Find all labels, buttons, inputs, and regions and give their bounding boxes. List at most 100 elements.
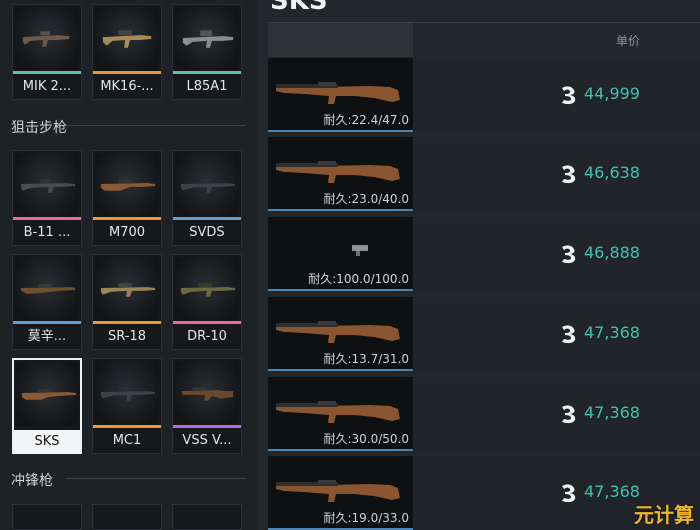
listing-row[interactable]: 耐久:100.0/100.0 46,888 (268, 217, 700, 291)
weapon-tile-mc1[interactable]: MC1 (92, 358, 162, 454)
listing-panel: SKS 单价 耐久:22.4/47.0 44,999 耐久:23.0/40.0 … (258, 0, 700, 530)
listing-row[interactable]: 耐久:13.7/31.0 47,368 (268, 297, 700, 371)
item-thumbnail: 耐久:30.0/50.0 (268, 377, 413, 451)
weapon-image (95, 361, 159, 425)
section-divider (66, 478, 246, 479)
rarity-bar (173, 425, 241, 428)
unit-price: 46,888 (584, 243, 640, 262)
weapon-image (175, 153, 239, 217)
item-title: SKS (270, 0, 328, 16)
item-thumbnail: 耐久:100.0/100.0 (268, 217, 413, 291)
havoc-coin-icon (562, 405, 576, 424)
weapon-tile-mosin[interactable]: 莫辛... (12, 254, 82, 350)
durability-bar (268, 130, 413, 132)
durability-text: 耐久:13.7/31.0 (323, 352, 409, 366)
item-thumbnail: 耐久:13.7/31.0 (268, 297, 413, 371)
rarity-bar (13, 321, 81, 324)
weapon-name: VSS V... (182, 433, 232, 448)
havoc-coin-icon (562, 86, 576, 105)
weapon-image (16, 362, 78, 426)
unit-price-header: 单价 (615, 34, 640, 48)
havoc-coin-icon (562, 484, 576, 503)
watermark-logo: 元计算 (634, 503, 694, 527)
weapon-tile-l85a1[interactable]: L85A1 (172, 4, 242, 100)
sks-rifle-image (276, 480, 400, 502)
sks-rifle-image (276, 82, 400, 104)
unit-price: 44,999 (584, 84, 640, 103)
rarity-bar (93, 71, 161, 74)
weapon-image (175, 7, 239, 71)
weapon-tile-svds[interactable]: SVDS (172, 150, 242, 246)
rarity-bar (173, 217, 241, 220)
durability-bar (268, 369, 413, 371)
weapon-name: SR-18 (108, 329, 146, 344)
weapon-name: SVDS (189, 225, 225, 240)
section-label-sniper: 狙击步枪 (11, 120, 67, 136)
weapon-category-panel: MIK 2... MK16-... L85A1 狙击步枪 B-11 ... M7… (0, 0, 258, 530)
weapon-name: SKS (14, 430, 80, 454)
weapon-image (95, 257, 159, 321)
header-image-column (268, 23, 413, 57)
listing-row[interactable]: 耐久:30.0/50.0 47,368 (268, 377, 700, 451)
weapon-name: DR-10 (187, 329, 227, 344)
weapon-name: MK16-... (100, 79, 154, 94)
durability-text: 耐久:23.0/40.0 (323, 192, 409, 206)
weapon-tile-mik[interactable]: MIK 2... (12, 4, 82, 100)
weapon-tile-b11[interactable]: B-11 ... (12, 150, 82, 246)
weapon-image (95, 7, 159, 71)
unit-price: 47,368 (584, 482, 640, 501)
durability-text: 耐久:22.4/47.0 (323, 113, 409, 127)
durability-text: 耐久:100.0/100.0 (308, 272, 409, 286)
weapon-name: 莫辛... (27, 329, 67, 344)
weapon-name: B-11 ... (23, 225, 71, 240)
weapon-tile-mk16[interactable]: MK16-... (92, 4, 162, 100)
havoc-coin-icon (562, 165, 576, 184)
weapon-tile-m700[interactable]: M700 (92, 150, 162, 246)
sks-rifle-image (276, 321, 400, 343)
listing-row[interactable]: 耐久:22.4/47.0 44,999 (268, 58, 700, 132)
weapon-image (175, 257, 239, 321)
havoc-coin-icon (562, 245, 576, 264)
weapon-image (15, 257, 79, 321)
weapon-name: L85A1 (186, 79, 228, 94)
rarity-bar (13, 71, 81, 74)
item-thumbnail: 耐久:19.0/33.0 (268, 456, 413, 530)
attachment-image (352, 245, 368, 256)
weapon-image (95, 153, 159, 217)
durability-bar (268, 209, 413, 211)
weapon-tile-vss[interactable]: VSS V... (172, 358, 242, 454)
item-thumbnail: 耐久:22.4/47.0 (268, 58, 413, 132)
listing-header: 单价 (268, 22, 700, 57)
weapon-image (15, 7, 79, 71)
sks-rifle-image (276, 161, 400, 183)
weapon-tile-partial[interactable] (92, 504, 162, 530)
rarity-bar (93, 217, 161, 220)
weapon-tile-partial[interactable] (172, 504, 242, 530)
weapon-image (175, 361, 239, 425)
durability-text: 耐久:19.0/33.0 (323, 511, 409, 525)
rarity-bar (173, 321, 241, 324)
weapon-image (15, 153, 79, 217)
section-label-smg: 冲锋枪 (11, 473, 53, 489)
section-divider (66, 125, 246, 126)
havoc-coin-icon (562, 325, 576, 344)
unit-price: 46,638 (584, 163, 640, 182)
listing-row[interactable]: 耐久:23.0/40.0 46,638 (268, 137, 700, 211)
rarity-bar (93, 321, 161, 324)
weapon-tile-sks[interactable]: SKS (12, 358, 82, 454)
weapon-tile-partial[interactable] (12, 504, 82, 530)
rarity-bar (13, 217, 81, 220)
weapon-name: MC1 (112, 433, 142, 448)
durability-bar (268, 289, 413, 291)
sks-rifle-image (276, 401, 400, 423)
weapon-tile-sr18[interactable]: SR-18 (92, 254, 162, 350)
durability-text: 耐久:30.0/50.0 (323, 432, 409, 446)
unit-price: 47,368 (584, 323, 640, 342)
item-thumbnail: 耐久:23.0/40.0 (268, 137, 413, 211)
unit-price: 47,368 (584, 403, 640, 422)
weapon-name: MIK 2... (22, 79, 72, 94)
durability-bar (268, 449, 413, 451)
weapon-tile-dr10[interactable]: DR-10 (172, 254, 242, 350)
rarity-bar (93, 425, 161, 428)
rarity-bar (173, 71, 241, 74)
